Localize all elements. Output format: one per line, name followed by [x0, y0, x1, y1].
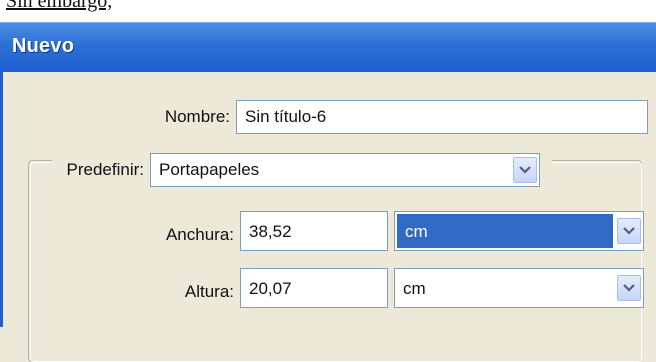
top-strip-text: Sin embargo, — [6, 0, 113, 12]
selection-highlight — [397, 214, 613, 248]
predefinir-value: Portapapeles — [159, 160, 260, 179]
anchura-label: Anchura: — [165, 225, 234, 244]
predefinir-label: Predefinir: — [66, 160, 144, 179]
chevron-down-icon[interactable] — [513, 157, 537, 183]
top-strip: Sin embargo, — [0, 0, 656, 22]
window-title: Nuevo — [12, 35, 75, 57]
title-bar[interactable]: Nuevo — [0, 22, 656, 72]
anchura-unit-select[interactable]: cm — [394, 211, 644, 251]
anchura-field[interactable]: 38,52 — [240, 211, 388, 251]
nombre-label: Nombre: — [164, 107, 230, 126]
altura-unit-select[interactable]: cm — [394, 268, 644, 308]
altura-field[interactable]: 20,07 — [240, 268, 388, 308]
chevron-down-icon[interactable] — [617, 218, 641, 244]
chevron-down-icon[interactable] — [617, 275, 641, 301]
altura-label: Altura: — [184, 282, 234, 301]
predefinir-select[interactable]: Portapapeles — [150, 153, 540, 187]
group-box — [28, 160, 642, 362]
nombre-field[interactable]: Sin título-6 — [236, 100, 648, 134]
anchura-unit-value: cm — [405, 222, 428, 241]
altura-unit-value: cm — [403, 279, 426, 298]
